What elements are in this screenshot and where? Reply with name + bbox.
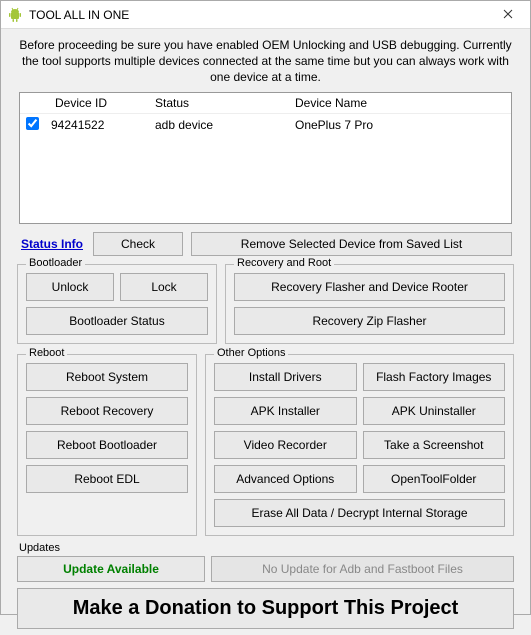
lock-button[interactable]: Lock [120,273,208,301]
window-title: TOOL ALL IN ONE [29,8,486,22]
flash-factory-button[interactable]: Flash Factory Images [363,363,506,391]
reboot-group: Reboot Reboot System Reboot Recovery Reb… [17,354,197,536]
no-update-button: No Update for Adb and Fastboot Files [211,556,514,582]
reboot-system-button[interactable]: Reboot System [26,363,188,391]
recovery-flasher-button[interactable]: Recovery Flasher and Device Rooter [234,273,505,301]
other-options-group: Other Options Install Drivers Flash Fact… [205,354,514,536]
reboot-recovery-button[interactable]: Reboot Recovery [26,397,188,425]
table-header-row: Device ID Status Device Name [20,93,511,114]
cell-status: adb device [135,113,255,136]
video-recorder-button[interactable]: Video Recorder [214,431,357,459]
open-tool-folder-button[interactable]: OpenToolFolder [363,465,506,493]
screenshot-button[interactable]: Take a Screenshot [363,431,506,459]
reboot-legend: Reboot [26,347,67,359]
recovery-legend: Recovery and Root [234,257,334,269]
bootloader-group: Bootloader Unlock Lock Bootloader Status [17,264,217,344]
close-button[interactable] [486,1,530,29]
col-status: Status [135,93,255,114]
reboot-edl-button[interactable]: Reboot EDL [26,465,188,493]
apk-installer-button[interactable]: APK Installer [214,397,357,425]
app-window: TOOL ALL IN ONE Before proceeding be sur… [0,0,531,615]
bootloader-legend: Bootloader [26,257,85,269]
device-list: Device ID Status Device Name 94241522 ad… [19,92,512,224]
recovery-group: Recovery and Root Recovery Flasher and D… [225,264,514,344]
donate-button[interactable]: Make a Donation to Support This Project [17,588,514,629]
check-button[interactable]: Check [93,232,183,256]
apk-uninstaller-button[interactable]: APK Uninstaller [363,397,506,425]
cell-device-id: 94241522 [45,113,135,136]
row-checkbox[interactable] [26,117,39,130]
content-area: Before proceeding be sure you have enabl… [1,29,530,635]
cell-device-name: OnePlus 7 Pro [255,113,511,136]
close-icon [503,8,513,22]
bootloader-status-button[interactable]: Bootloader Status [26,307,208,335]
reboot-bootloader-button[interactable]: Reboot Bootloader [26,431,188,459]
install-drivers-button[interactable]: Install Drivers [214,363,357,391]
recovery-zip-button[interactable]: Recovery Zip Flasher [234,307,505,335]
remove-device-button[interactable]: Remove Selected Device from Saved List [191,232,512,256]
intro-text: Before proceeding be sure you have enabl… [11,35,520,92]
titlebar: TOOL ALL IN ONE [1,1,530,29]
col-check [20,93,45,114]
update-available-button[interactable]: Update Available [17,556,205,582]
table-row[interactable]: 94241522 adb device OnePlus 7 Pro [20,113,511,136]
other-legend: Other Options [214,347,288,359]
status-info-link[interactable]: Status Info [19,232,85,256]
col-device-name: Device Name [255,93,511,114]
advanced-options-button[interactable]: Advanced Options [214,465,357,493]
updates-legend: Updates [19,542,520,554]
android-icon [7,7,23,23]
unlock-button[interactable]: Unlock [26,273,114,301]
erase-all-button[interactable]: Erase All Data / Decrypt Internal Storag… [214,499,505,527]
col-device-id: Device ID [45,93,135,114]
